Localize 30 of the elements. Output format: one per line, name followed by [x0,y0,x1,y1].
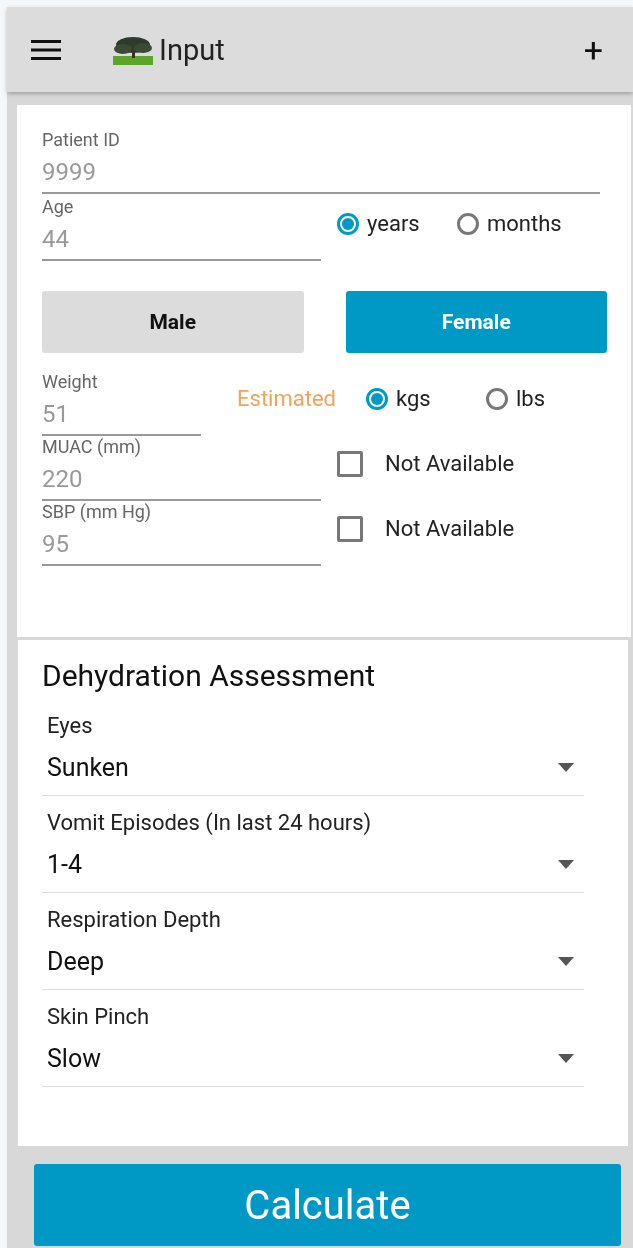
field-label: Eyes [47,713,94,738]
radio-button[interactable]: months [457,211,577,236]
checkbox[interactable]: Not Available [337,515,515,542]
sex-button[interactable]: Male [42,291,304,353]
field-label: Age [42,196,74,217]
dropdown[interactable]: Slow [42,1032,584,1087]
field-label: SBP (mm Hg) [42,501,152,522]
checkbox[interactable]: Not Available [337,450,515,477]
dropdown[interactable]: Deep [42,935,584,990]
caret-icon [558,1054,574,1063]
menu-icon[interactable] [31,39,61,60]
app-title: Input [159,32,226,67]
section-title: Dehydration Assessment [42,658,377,693]
radio-button[interactable]: lbs [486,386,586,411]
field-label: Patient ID [42,129,120,150]
field-label: Skin Pinch [47,1004,151,1029]
field-label: Weight [42,371,98,392]
estimated-label: Estimated [236,386,336,411]
caret-icon [558,763,574,772]
field-label: MUAC (mm) [42,436,142,457]
add-button[interactable]: + [577,29,609,70]
field-label: Vomit Episodes (In last 24 hours) [47,810,373,835]
field-label: Respiration Depth [47,907,222,932]
radio-button[interactable]: kgs [366,386,486,411]
dropdown[interactable]: 1-4 [42,838,584,893]
dropdown[interactable]: Sunken [42,741,584,796]
radio-button[interactable]: years [337,211,457,236]
caret-icon [558,957,574,966]
tree-icon [113,34,153,65]
caret-icon [558,860,574,869]
